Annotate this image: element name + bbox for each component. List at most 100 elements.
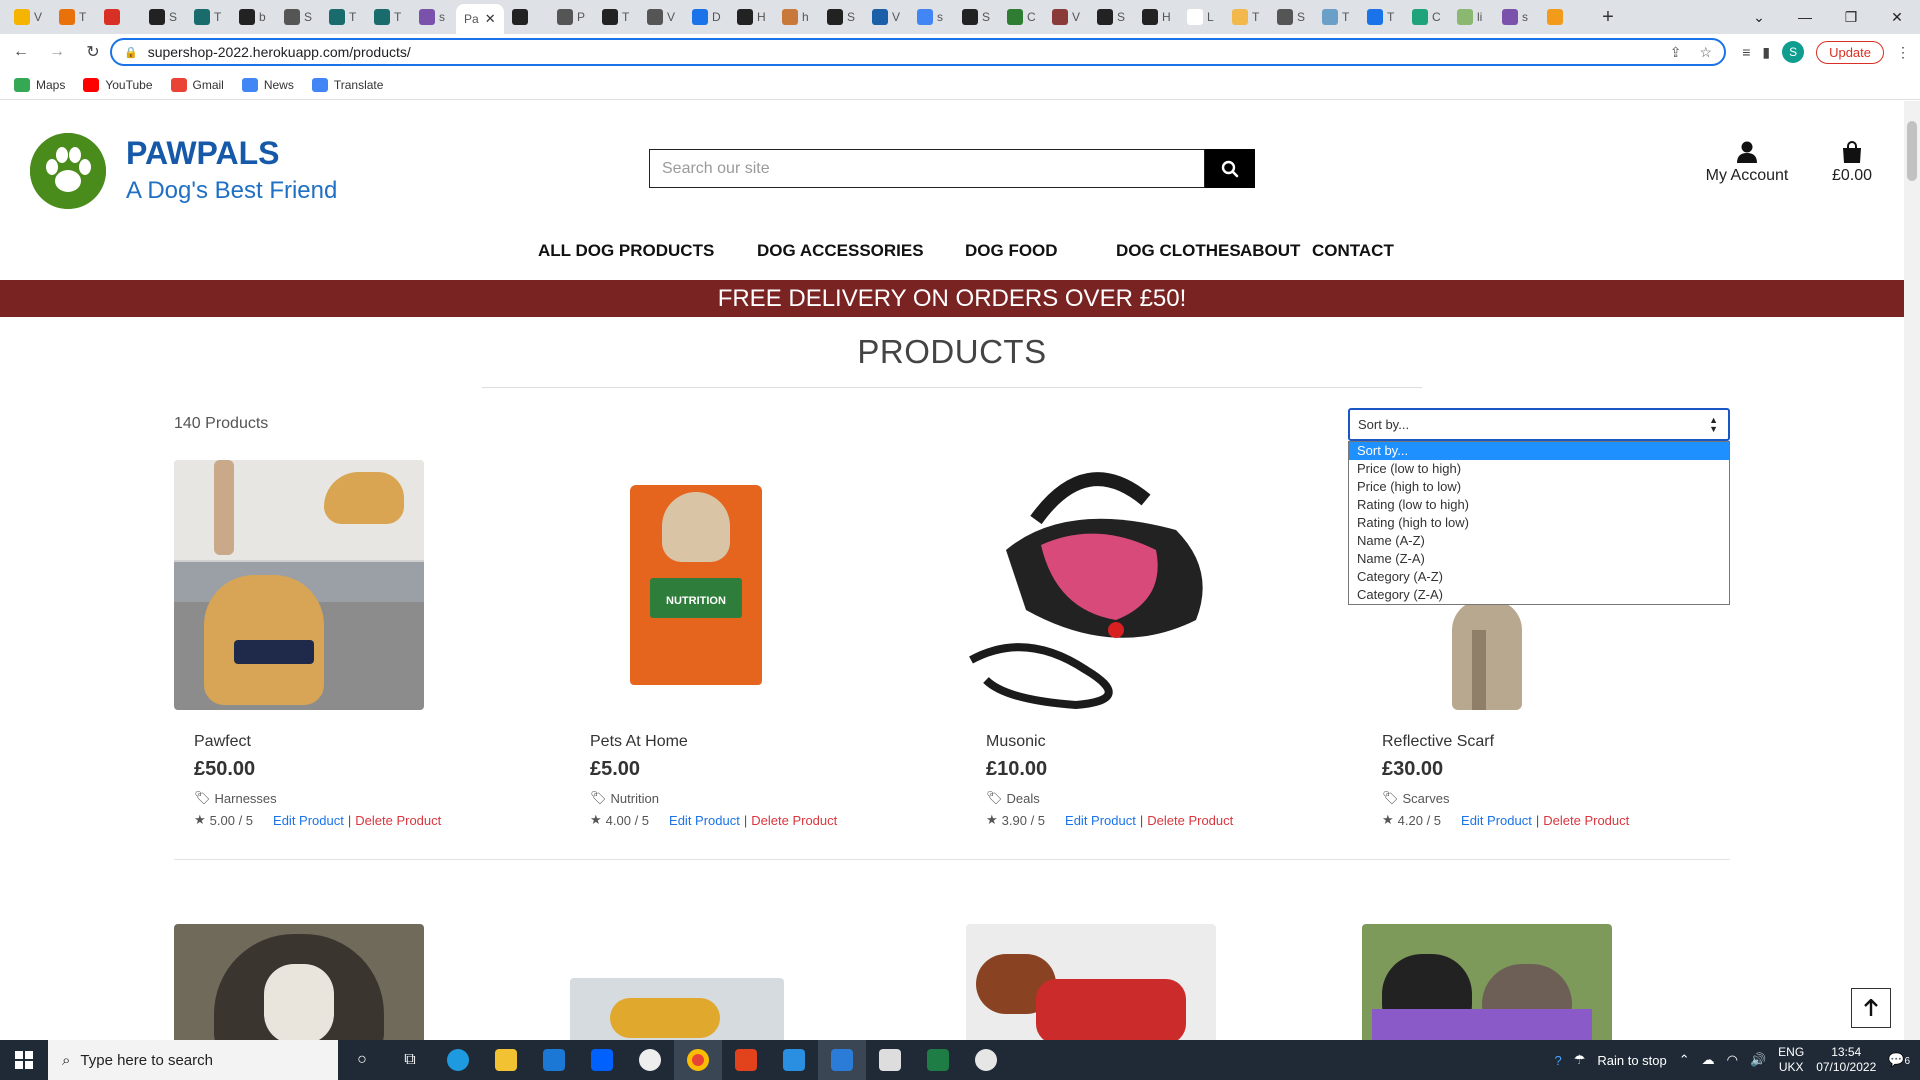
- product-name[interactable]: Pets At Home: [590, 733, 688, 751]
- browser-tab[interactable]: S: [141, 3, 186, 31]
- browser-tab[interactable]: S: [276, 3, 321, 31]
- browser-tab[interactable]: T: [51, 3, 96, 31]
- browser-tab[interactable]: D: [684, 3, 729, 31]
- browser-tab[interactable]: S: [819, 3, 864, 31]
- office-icon[interactable]: [722, 1040, 770, 1080]
- browser-tab[interactable]: s: [909, 3, 954, 31]
- cortana-icon[interactable]: ○: [338, 1040, 386, 1080]
- media-control-icon[interactable]: ≡: [1742, 44, 1750, 60]
- edge-icon[interactable]: [434, 1040, 482, 1080]
- sort-option[interactable]: Rating (high to low): [1349, 514, 1729, 532]
- sort-option[interactable]: Category (Z-A): [1349, 586, 1729, 604]
- product-category[interactable]: 🏷 Nutrition: [590, 790, 659, 806]
- nav-dog-clothes[interactable]: DOG CLOTHES: [1116, 241, 1241, 261]
- browser-tab[interactable]: T: [321, 3, 366, 31]
- network-icon[interactable]: ◠: [1727, 1052, 1738, 1068]
- clock[interactable]: 13:54 07/10/2022: [1816, 1045, 1876, 1075]
- browser-tab[interactable]: [504, 3, 549, 31]
- side-panel-icon[interactable]: ▮: [1762, 44, 1770, 61]
- my-account-link[interactable]: My Account: [1700, 141, 1794, 185]
- bookmark-translate[interactable]: Translate: [311, 77, 383, 92]
- browser-tab[interactable]: h: [774, 3, 819, 31]
- delete-product-link[interactable]: Delete Product: [751, 813, 837, 828]
- browser-tab[interactable]: V: [6, 3, 51, 31]
- product-name[interactable]: Musonic: [986, 733, 1046, 751]
- volume-icon[interactable]: 🔊: [1750, 1052, 1766, 1068]
- pawpals-logo[interactable]: [30, 133, 106, 209]
- product-image-food-bag[interactable]: NUTRITION: [570, 460, 820, 710]
- dropbox-icon[interactable]: [578, 1040, 626, 1080]
- sort-option[interactable]: Rating (low to high): [1349, 496, 1729, 514]
- onedrive-icon[interactable]: ☁: [1702, 1052, 1715, 1068]
- minimize-button[interactable]: —: [1782, 0, 1828, 34]
- product-category[interactable]: 🏷 Scarves: [1382, 790, 1449, 806]
- bookmark-news[interactable]: News: [241, 77, 294, 92]
- browser-tab[interactable]: L: [1179, 3, 1224, 31]
- browser-tab[interactable]: li: [1449, 3, 1494, 31]
- product-category[interactable]: 🏷 Deals: [986, 790, 1040, 806]
- product-image-harness-leash[interactable]: [966, 460, 1240, 710]
- reload-icon[interactable]: ↻: [78, 37, 108, 67]
- browser-tab[interactable]: Pa ✕: [456, 4, 504, 34]
- product-image-harness-dogs[interactable]: [174, 460, 424, 710]
- close-tab-icon[interactable]: ✕: [485, 11, 496, 27]
- browser-tab[interactable]: V: [639, 3, 684, 31]
- browser-tab[interactable]: S: [954, 3, 999, 31]
- browser-tab[interactable]: H: [729, 3, 774, 31]
- sort-option[interactable]: Name (A-Z): [1349, 532, 1729, 550]
- github-desktop-icon[interactable]: [626, 1040, 674, 1080]
- notifications-icon[interactable]: 💬6: [1888, 1052, 1910, 1068]
- browser-tab[interactable]: C: [999, 3, 1044, 31]
- browser-tab[interactable]: s: [411, 3, 456, 31]
- bookmark-star-icon[interactable]: ☆: [1699, 44, 1712, 61]
- excel-icon[interactable]: [914, 1040, 962, 1080]
- sort-option[interactable]: Sort by...: [1349, 442, 1729, 460]
- bookmark-maps[interactable]: Maps: [14, 77, 65, 92]
- delete-product-link[interactable]: Delete Product: [355, 813, 441, 828]
- bookmark-gmail[interactable]: Gmail: [170, 77, 224, 92]
- chrome-icon[interactable]: [674, 1040, 722, 1080]
- product-image-yellow-coat[interactable]: [570, 978, 784, 1040]
- language-indicator[interactable]: ENG UKX: [1778, 1045, 1804, 1075]
- browser-tab[interactable]: T: [594, 3, 639, 31]
- browser-tab[interactable]: V: [1044, 3, 1089, 31]
- edit-product-link[interactable]: Edit Product: [669, 813, 740, 828]
- page-scrollbar[interactable]: [1904, 101, 1920, 1040]
- share-icon[interactable]: ⇪: [1670, 44, 1682, 61]
- paint-icon[interactable]: [962, 1040, 1010, 1080]
- product-image-australian-shepherd[interactable]: [174, 924, 424, 1040]
- back-to-top-button[interactable]: [1851, 988, 1891, 1028]
- browser-tab[interactable]: T: [1314, 3, 1359, 31]
- taskbar-search[interactable]: ⌕ Type here to search: [48, 1040, 338, 1080]
- scrollbar-thumb[interactable]: [1907, 121, 1917, 181]
- nav-dog-food[interactable]: DOG FOOD: [965, 241, 1058, 261]
- edit-product-link[interactable]: Edit Product: [1065, 813, 1136, 828]
- file-explorer-icon[interactable]: [482, 1040, 530, 1080]
- task-view-icon[interactable]: ⧉: [386, 1040, 434, 1080]
- nav-about[interactable]: ABOUT: [1240, 241, 1300, 261]
- product-category[interactable]: 🏷 Harnesses: [194, 790, 277, 806]
- edit-product-link[interactable]: Edit Product: [273, 813, 344, 828]
- help-icon[interactable]: ?: [1554, 1053, 1561, 1068]
- nav-dog-accessories[interactable]: DOG ACCESSORIES: [757, 241, 924, 261]
- browser-tab[interactable]: P: [549, 3, 594, 31]
- product-name[interactable]: Reflective Scarf: [1382, 733, 1494, 751]
- edit-product-link[interactable]: Edit Product: [1461, 813, 1532, 828]
- shopping-bag-link[interactable]: £0.00: [1822, 141, 1882, 185]
- new-tab-button[interactable]: +: [1594, 6, 1622, 29]
- mail-icon[interactable]: [530, 1040, 578, 1080]
- profile-avatar[interactable]: S: [1782, 41, 1805, 63]
- brand-name[interactable]: PAWPALS: [126, 135, 279, 172]
- browser-tab[interactable]: T: [366, 3, 411, 31]
- browser-tab[interactable]: s: [1494, 3, 1539, 31]
- browser-tab[interactable]: S: [1269, 3, 1314, 31]
- menu-kebab-icon[interactable]: ⋮: [1896, 44, 1910, 61]
- browser-tab[interactable]: C: [1404, 3, 1449, 31]
- browser-tab[interactable]: S: [1089, 3, 1134, 31]
- forward-icon[interactable]: →: [42, 37, 72, 67]
- sort-option[interactable]: Price (low to high): [1349, 460, 1729, 478]
- restore-button[interactable]: ❐: [1828, 0, 1874, 34]
- photos-icon[interactable]: [818, 1040, 866, 1080]
- product-image-red-coat[interactable]: [966, 924, 1216, 1040]
- browser-tab[interactable]: T: [1224, 3, 1269, 31]
